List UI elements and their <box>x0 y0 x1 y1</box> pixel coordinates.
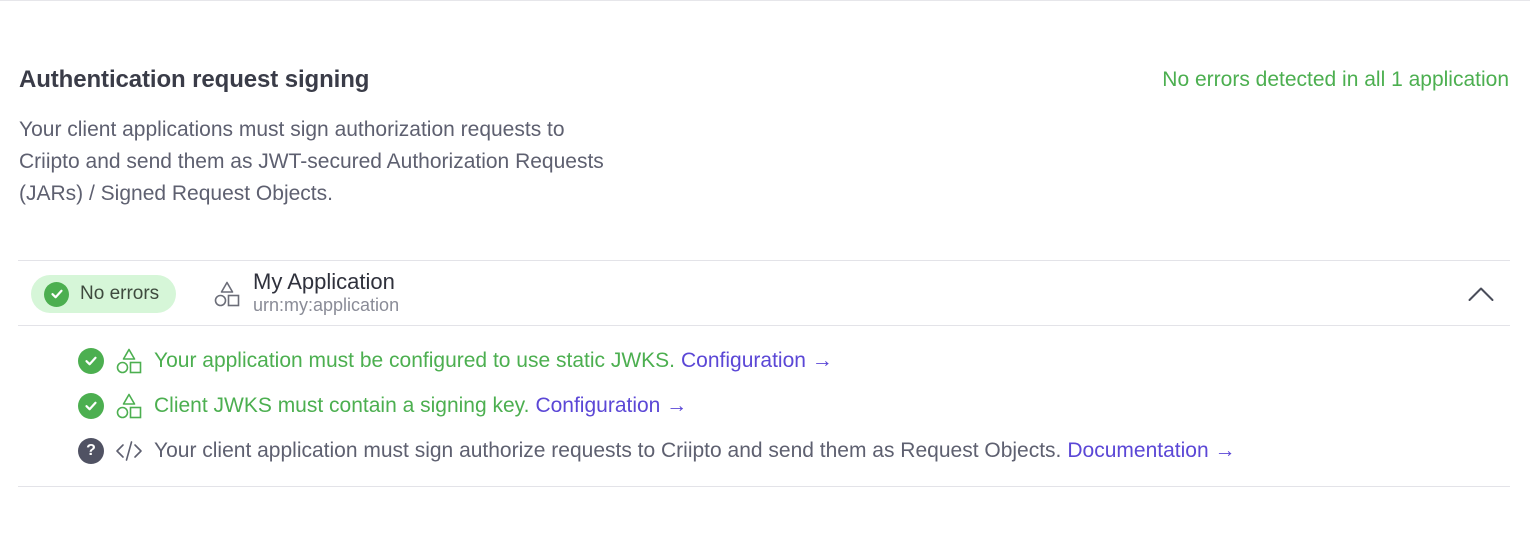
section-description: Your client applications must sign autho… <box>19 118 604 205</box>
configuration-link[interactable]: Configuration → <box>535 394 687 417</box>
top-divider <box>0 0 1530 1</box>
status-badge: No errors <box>31 275 176 313</box>
documentation-link[interactable]: Documentation → <box>1067 439 1235 462</box>
shapes-icon <box>213 280 241 308</box>
check-item-static-jwks: Your application must be configured to u… <box>78 338 1235 383</box>
check-circle-icon <box>78 347 104 374</box>
question-circle-icon: ? <box>78 437 104 464</box>
shapes-icon <box>115 347 143 375</box>
status-badge-label: No errors <box>80 283 160 304</box>
check-text: Your client application must sign author… <box>154 439 1235 463</box>
shapes-icon <box>115 392 143 420</box>
check-message: Client JWKS must contain a signing key. <box>154 393 530 417</box>
section-title: Authentication request signing <box>19 66 370 93</box>
check-text: Your application must be configured to u… <box>154 349 833 373</box>
check-circle-icon <box>44 281 69 307</box>
error-summary: No errors detected in all 1 application <box>1162 68 1509 91</box>
application-name: My Application <box>253 269 395 294</box>
code-icon <box>115 437 143 465</box>
check-list: Your application must be configured to u… <box>78 338 1235 473</box>
check-circle-icon <box>78 392 104 419</box>
application-card: No errors My Application urn:my:applicat… <box>18 260 1510 487</box>
check-text: Client JWKS must contain a signing key. C… <box>154 394 687 418</box>
check-item-request-objects: ? Your client application must sign auth… <box>78 428 1235 473</box>
application-header[interactable]: No errors My Application urn:my:applicat… <box>18 261 1510 326</box>
configuration-link[interactable]: Configuration → <box>681 349 833 372</box>
chevron-up-icon[interactable] <box>1466 279 1496 309</box>
check-message: Your client application must sign author… <box>154 438 1062 462</box>
application-urn: urn:my:application <box>253 295 400 315</box>
check-message: Your application must be configured to u… <box>154 348 676 372</box>
check-item-signing-key: Client JWKS must contain a signing key. C… <box>78 383 1235 428</box>
